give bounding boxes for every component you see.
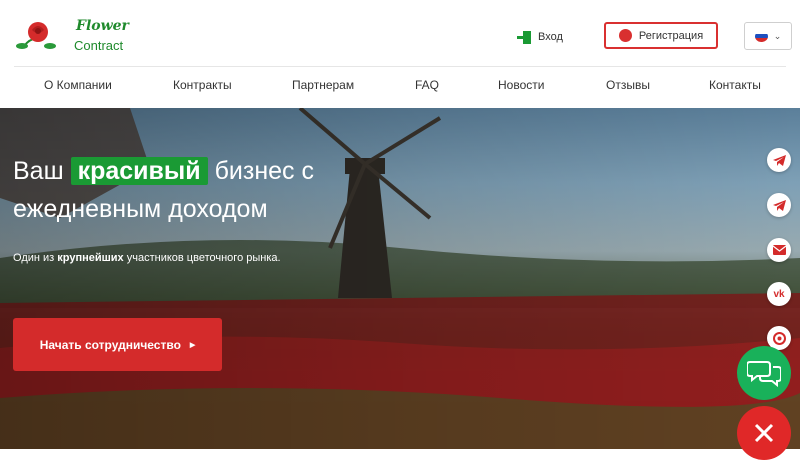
hero-subtitle-prefix: Один из [13, 252, 55, 264]
hero-subtitle-bold: крупнейших [57, 252, 124, 264]
nav-item-faq[interactable]: FAQ [415, 78, 439, 92]
start-cooperation-button[interactable]: Начать сотрудничество ▶ [13, 318, 222, 371]
nav-item-reviews[interactable]: Отзывы [606, 78, 650, 92]
telegram-icon[interactable] [767, 148, 791, 172]
hero-title-line2: ежедневным доходом [13, 195, 268, 223]
nav-item-contacts[interactable]: Контакты [709, 78, 761, 92]
nav-item-contracts[interactable]: Контракты [173, 78, 232, 92]
language-select[interactable]: ⌄ [744, 22, 792, 50]
hero-title-highlight: красивый [70, 157, 208, 185]
user-icon [618, 29, 632, 42]
telegram-icon[interactable] [767, 193, 791, 217]
hero-title: Ваш красивый бизнес с ежедневным доходом [13, 152, 314, 228]
header-divider [14, 66, 786, 67]
nav-item-about[interactable]: О Компании [44, 78, 112, 92]
vk-icon[interactable]: vk [767, 282, 791, 306]
hero-title-part1: Ваш [13, 157, 64, 185]
close-button[interactable] [737, 406, 791, 460]
logo[interactable]: Flower Contract [14, 16, 154, 56]
chevron-down-icon: ⌄ [773, 30, 782, 41]
cta-label: Начать сотрудничество [39, 337, 181, 352]
site-header: Flower Contract Вход Регистрация ⌄ О Ком… [0, 0, 800, 108]
caret-right-icon: ▶ [189, 341, 196, 349]
login-link[interactable]: Вход [517, 28, 563, 46]
chat-bubbles-icon [747, 361, 781, 387]
hero-section: Ваш красивый бизнес с ежедневным доходом… [0, 108, 800, 449]
chat-button[interactable] [737, 346, 791, 400]
nav-item-news[interactable]: Новости [498, 78, 544, 92]
rose-logo-icon [16, 22, 56, 49]
close-icon [754, 423, 774, 443]
mail-icon[interactable] [767, 238, 791, 262]
login-label: Вход [538, 31, 563, 43]
login-icon [517, 30, 531, 44]
hero-title-part2: бизнес с [214, 157, 314, 185]
nav-item-partners[interactable]: Партнерам [292, 78, 354, 92]
logo-text-flower: Flower [76, 18, 129, 34]
register-button[interactable]: Регистрация [604, 22, 718, 49]
hero-subtitle-suffix: участников цветочного рынка. [126, 252, 281, 264]
russia-flag-icon [754, 30, 768, 42]
main-nav: О Компании Контракты Партнерам FAQ Новос… [0, 78, 800, 98]
register-label: Регистрация [638, 29, 704, 42]
logo-text-contract: Contract [74, 38, 124, 53]
hero-subtitle: Один из крупнейших участников цветочного… [13, 252, 281, 264]
